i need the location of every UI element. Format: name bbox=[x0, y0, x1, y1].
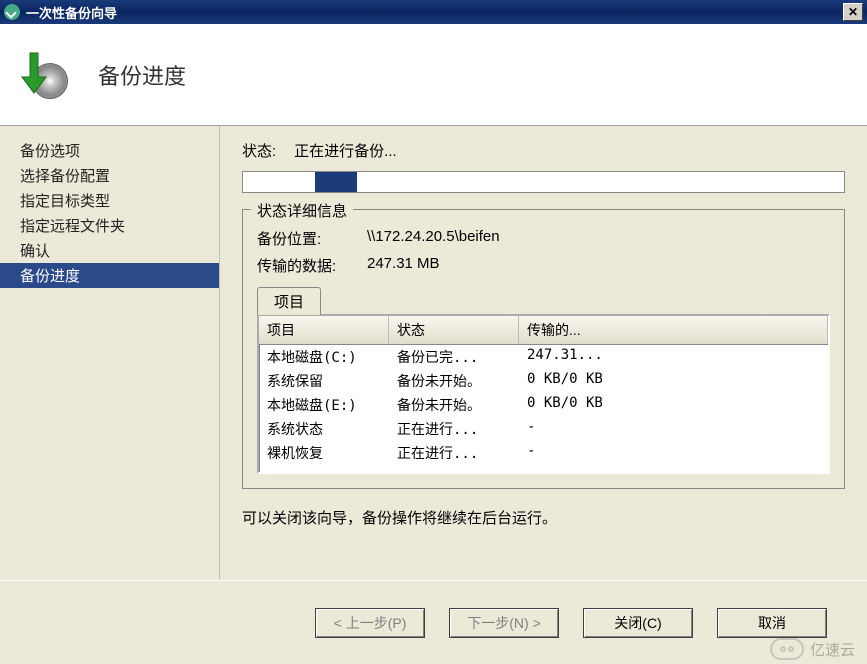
cell-transferred: 0 KB/0 KB bbox=[519, 370, 828, 392]
backup-location-value: \\172.24.20.5\beifen bbox=[367, 228, 500, 249]
wizard-body: 备份选项 选择备份配置 指定目标类型 指定远程文件夹 确认 备份进度 状态: 正… bbox=[0, 126, 867, 580]
sidebar-item-label: 备份选项 bbox=[20, 143, 80, 160]
table-row[interactable]: 本地磁盘(E:) 备份未开始。 0 KB/0 KB bbox=[259, 393, 828, 417]
column-transferred[interactable]: 传输的... bbox=[519, 316, 828, 344]
window-title: 一次性备份向导 bbox=[26, 3, 843, 22]
status-value: 正在进行备份... bbox=[294, 140, 397, 161]
table-row[interactable]: 系统保留 备份未开始。 0 KB/0 KB bbox=[259, 369, 828, 393]
details-legend: 状态详细信息 bbox=[251, 200, 353, 221]
wizard-main: 状态: 正在进行备份... 状态详细信息 备份位置: \\172.24.20.5… bbox=[220, 126, 867, 580]
cell-status: 备份未开始。 bbox=[389, 370, 519, 392]
watermark: 亿速云 bbox=[770, 638, 855, 660]
sidebar-item-select-config[interactable]: 选择备份配置 bbox=[0, 163, 219, 188]
status-row: 状态: 正在进行备份... bbox=[242, 140, 845, 161]
sidebar-item-backup-progress[interactable]: 备份进度 bbox=[0, 263, 219, 288]
sidebar-item-target-type[interactable]: 指定目标类型 bbox=[0, 188, 219, 213]
page-title: 备份进度 bbox=[98, 59, 186, 91]
cell-transferred: - bbox=[519, 442, 828, 464]
titlebar: 一次性备份向导 ✕ bbox=[0, 0, 867, 24]
column-status[interactable]: 状态 bbox=[389, 316, 519, 344]
column-item[interactable]: 项目 bbox=[259, 316, 389, 344]
cell-item: 系统状态 bbox=[259, 418, 389, 440]
cell-status: 正在进行... bbox=[389, 442, 519, 464]
watermark-text: 亿速云 bbox=[810, 639, 855, 660]
cell-transferred: - bbox=[519, 418, 828, 440]
prev-button: < 上一步(P) bbox=[315, 608, 425, 638]
status-details-group: 状态详细信息 备份位置: \\172.24.20.5\beifen 传输的数据:… bbox=[242, 209, 845, 489]
table-body: 本地磁盘(C:) 备份已完... 247.31... 系统保留 备份未开始。 0… bbox=[259, 345, 828, 465]
sidebar-item-label: 指定远程文件夹 bbox=[20, 218, 125, 235]
cell-item: 系统保留 bbox=[259, 370, 389, 392]
next-button: 下一步(N) > bbox=[449, 608, 559, 638]
cell-item: 裸机恢复 bbox=[259, 442, 389, 464]
sidebar-item-backup-options[interactable]: 备份选项 bbox=[0, 138, 219, 163]
table-header: 项目 状态 传输的... bbox=[259, 316, 828, 345]
cell-status: 正在进行... bbox=[389, 418, 519, 440]
sidebar-item-label: 选择备份配置 bbox=[20, 168, 110, 185]
close-button[interactable]: 关闭(C) bbox=[583, 608, 693, 638]
backup-disc-icon bbox=[20, 51, 68, 99]
backup-location-label: 备份位置: bbox=[257, 228, 367, 249]
cell-status: 备份未开始。 bbox=[389, 394, 519, 416]
wizard-footer: < 上一步(P) 下一步(N) > 关闭(C) 取消 bbox=[0, 580, 867, 664]
cell-status: 备份已完... bbox=[389, 346, 519, 368]
transferred-value: 247.31 MB bbox=[367, 255, 440, 276]
tab-row: 项目 bbox=[257, 286, 830, 314]
tab-items[interactable]: 项目 bbox=[257, 287, 321, 315]
close-hint: 可以关闭该向导，备份操作将继续在后台运行。 bbox=[242, 507, 845, 528]
table-row[interactable]: 裸机恢复 正在进行... - bbox=[259, 441, 828, 465]
watermark-logo-icon bbox=[770, 638, 804, 660]
cell-transferred: 0 KB/0 KB bbox=[519, 394, 828, 416]
transferred-label: 传输的数据: bbox=[257, 255, 367, 276]
cell-item: 本地磁盘(C:) bbox=[259, 346, 389, 368]
cell-transferred: 247.31... bbox=[519, 346, 828, 368]
sidebar-item-label: 确认 bbox=[20, 243, 50, 260]
status-label: 状态: bbox=[242, 140, 276, 161]
table-row[interactable]: 本地磁盘(C:) 备份已完... 247.31... bbox=[259, 345, 828, 369]
sidebar-item-label: 备份进度 bbox=[20, 268, 80, 285]
sidebar-item-confirm[interactable]: 确认 bbox=[0, 238, 219, 263]
sidebar-item-remote-folder[interactable]: 指定远程文件夹 bbox=[0, 213, 219, 238]
progress-fill bbox=[315, 172, 357, 192]
progress-bar bbox=[242, 171, 845, 193]
table-row[interactable]: 系统状态 正在进行... - bbox=[259, 417, 828, 441]
window-close-button[interactable]: ✕ bbox=[843, 3, 863, 21]
cell-item: 本地磁盘(E:) bbox=[259, 394, 389, 416]
items-table: 项目 状态 传输的... 本地磁盘(C:) 备份已完... 247.31... … bbox=[257, 314, 830, 474]
backup-wizard-icon bbox=[4, 4, 20, 20]
sidebar-item-label: 指定目标类型 bbox=[20, 193, 110, 210]
wizard-sidebar: 备份选项 选择备份配置 指定目标类型 指定远程文件夹 确认 备份进度 bbox=[0, 126, 220, 580]
wizard-header: 备份进度 bbox=[0, 24, 867, 126]
cancel-button[interactable]: 取消 bbox=[717, 608, 827, 638]
